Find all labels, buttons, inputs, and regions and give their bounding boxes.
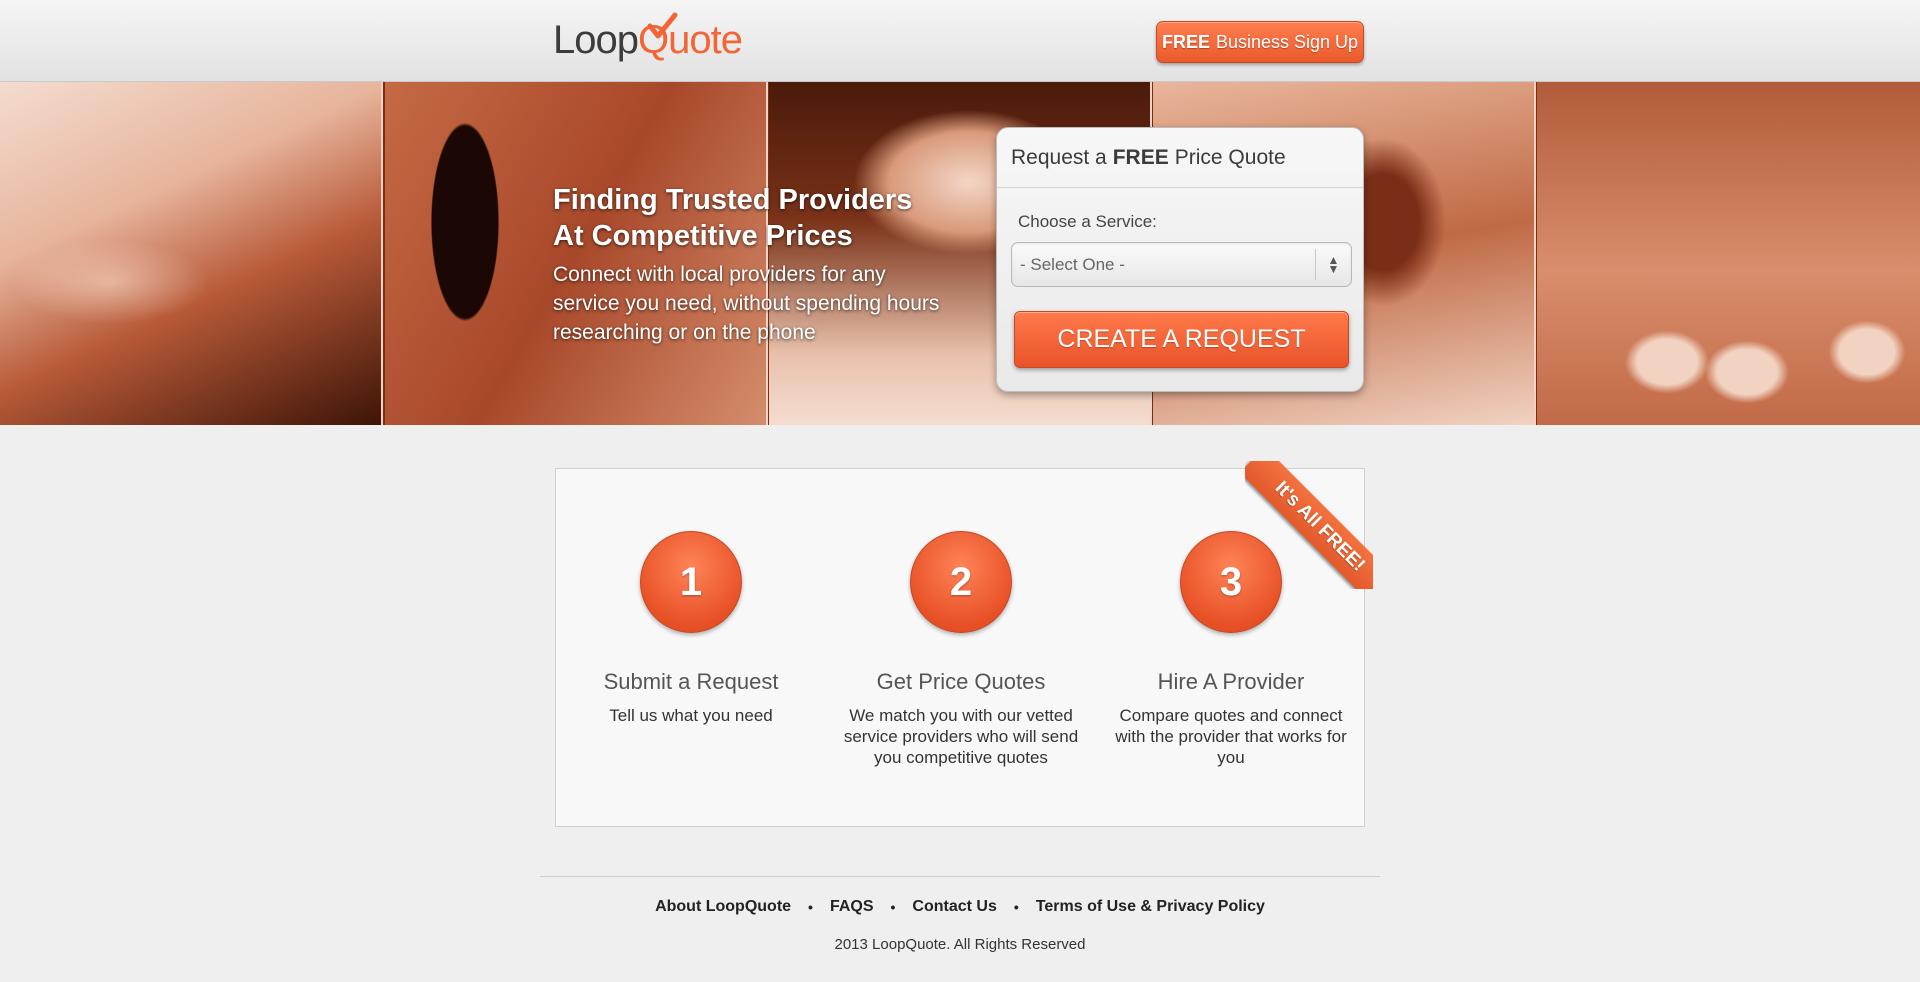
its-all-free-ribbon: It's All FREE! — [1245, 461, 1373, 589]
service-select-value: - Select One - — [1020, 254, 1125, 274]
copyright-text: 2013 LoopQuote. All Rights Reserved — [834, 936, 1086, 953]
quote-form-title: Request a FREE Price Quote — [997, 128, 1363, 188]
quote-form-title-suffix: Price Quote — [1174, 145, 1286, 169]
service-select-label: Choose a Service: — [1018, 212, 1157, 231]
checkmark-icon — [647, 12, 678, 38]
step-number-badge: 2 — [910, 531, 1012, 633]
hero-photo-stretching — [0, 82, 383, 425]
footer-divider — [540, 876, 1380, 877]
quote-form-title-free: FREE — [1112, 145, 1169, 169]
step-description: Compare quotes and connect with the prov… — [1115, 706, 1347, 767]
footer-link-terms-privacy[interactable]: Terms of Use & Privacy Policy — [1036, 898, 1265, 916]
step-title: Submit a Request — [603, 669, 779, 694]
hero-title: Finding Trusted Providers At Competitive… — [553, 182, 953, 254]
signup-label: Business Sign Up — [1215, 31, 1359, 52]
step-title: Hire A Provider — [1157, 669, 1305, 694]
step-1: 1 Submit a Request Tell us what you need — [556, 469, 826, 726]
free-business-signup-button[interactable]: FREE Business Sign Up — [1156, 21, 1364, 63]
step-description: We match you with our vetted service pro… — [843, 706, 1079, 767]
footer-separator: • — [808, 899, 813, 915]
hero-banner: Finding Trusted Providers At Competitive… — [0, 82, 1920, 425]
service-select[interactable]: - Select One - ▲ ▼ — [1011, 242, 1352, 287]
quote-request-form: Request a FREE Price Quote Choose a Serv… — [996, 127, 1364, 392]
select-arrows-icon: ▲ ▼ — [1315, 249, 1351, 280]
footer-nav: About LoopQuote • FAQS • Contact Us • Te… — [0, 898, 1920, 916]
logo-text-uote: uote — [668, 17, 743, 62]
footer-link-faqs[interactable]: FAQS — [830, 898, 874, 916]
ribbon-label: It's All FREE! — [1245, 461, 1373, 589]
hero-title-line-2: At Competitive Prices — [553, 220, 853, 252]
footer-link-about[interactable]: About LoopQuote — [655, 898, 791, 916]
step-number-badge: 1 — [640, 531, 742, 633]
footer-separator: • — [1013, 899, 1019, 915]
loopquote-logo[interactable]: Loop Q uote — [553, 12, 743, 66]
step-title: Get Price Quotes — [876, 669, 1046, 694]
logo-text-q: Q — [638, 12, 678, 63]
footer-separator: • — [890, 899, 896, 915]
step-description: Tell us what you need — [609, 706, 773, 725]
signup-free-label: FREE — [1161, 31, 1210, 52]
logo-text-loop: Loop — [553, 17, 639, 62]
hero-subtitle: Connect with local providers for any ser… — [553, 263, 940, 344]
hero-photo-dog-walking — [1537, 82, 1920, 425]
footer-link-contact[interactable]: Contact Us — [912, 898, 996, 916]
how-it-works-panel: 1 Submit a Request Tell us what you need… — [555, 468, 1365, 827]
hero-title-line-1: Finding Trusted Providers — [553, 184, 913, 216]
site-header: Loop Q uote FREE Business Sign Up — [0, 0, 1920, 82]
step-2: 2 Get Price Quotes We match you with our… — [826, 469, 1096, 768]
quote-form-title-prefix: Request a — [1011, 145, 1107, 169]
hero-text: Finding Trusted Providers At Competitive… — [553, 182, 953, 347]
create-request-button[interactable]: CREATE A REQUEST — [1014, 311, 1349, 368]
